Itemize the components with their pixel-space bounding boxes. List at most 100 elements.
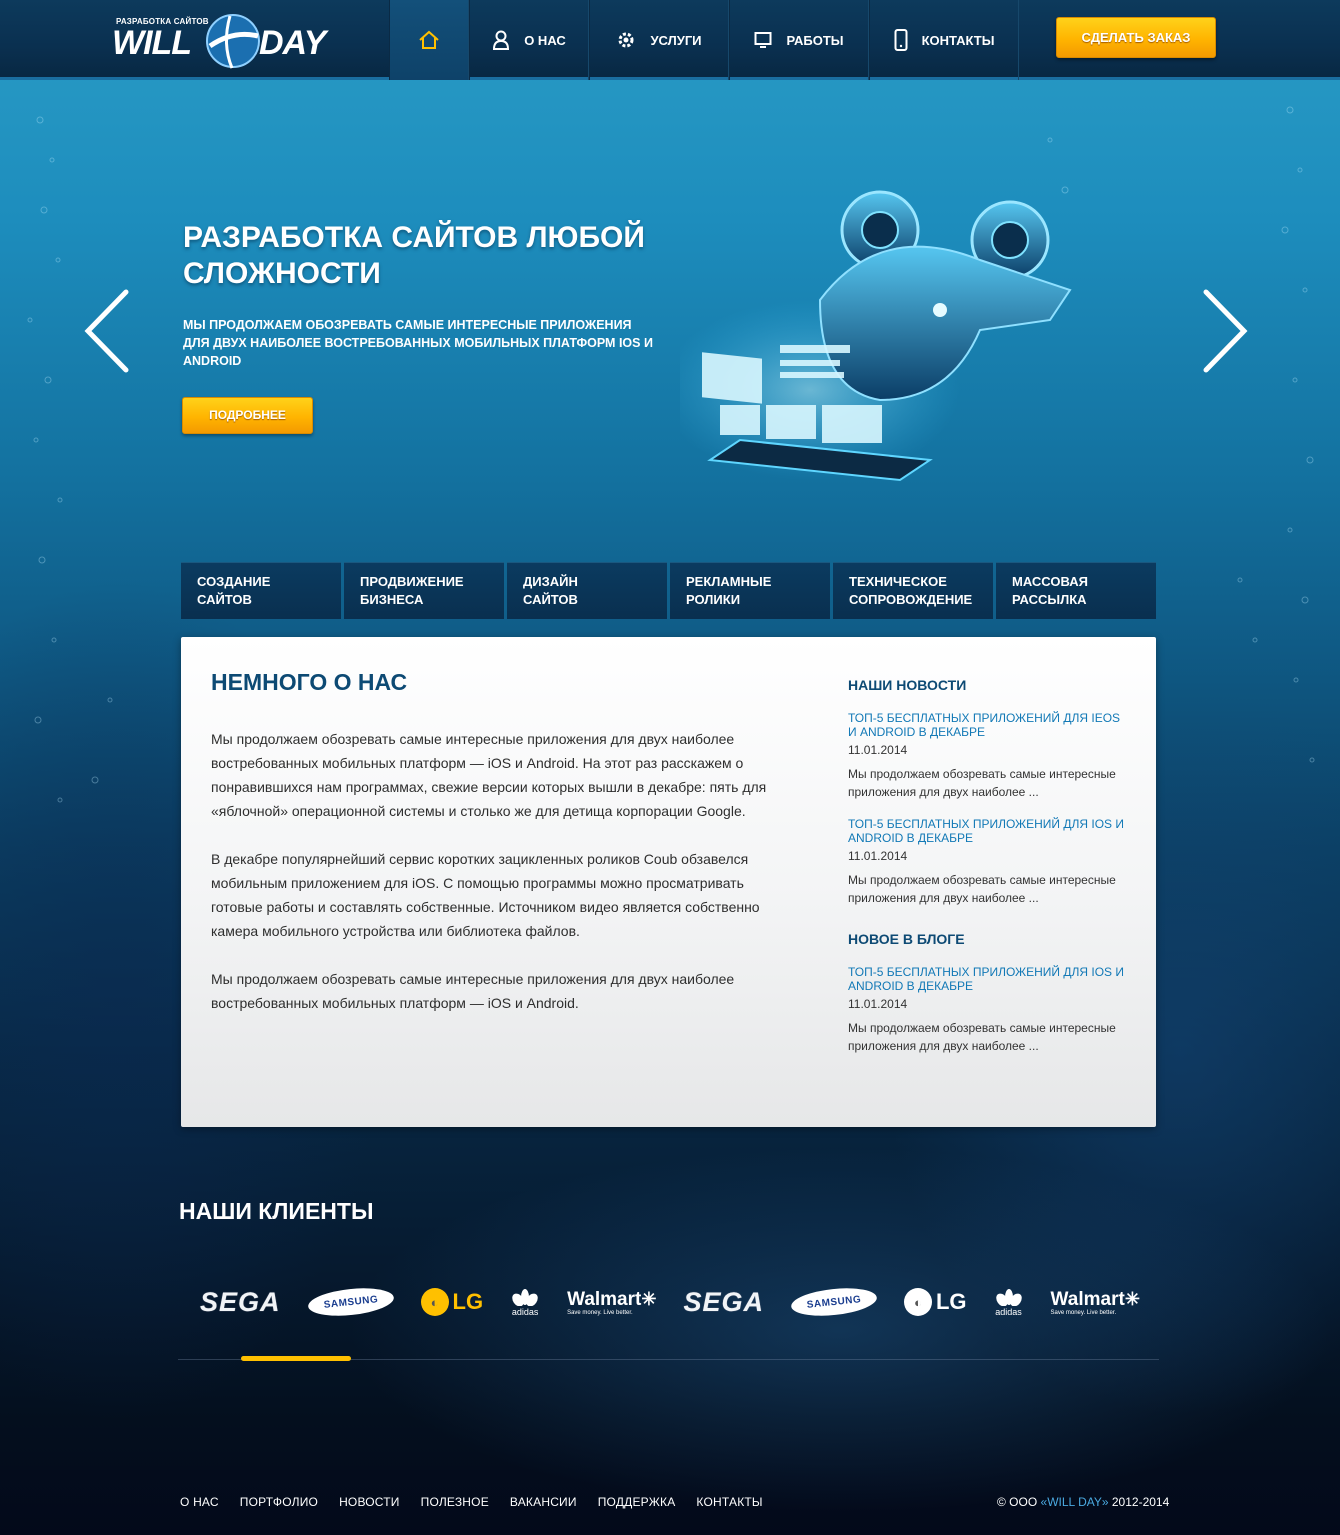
hero-text: МЫ ПРОДОЛЖАЕМ ОБОЗРЕВАТЬ САМЫЕ ИНТЕРЕСНЫ…	[183, 318, 653, 368]
nav-works-label: РАБОТЫ	[786, 32, 844, 48]
service-tabs: СОЗДАНИЕ САЙТОВ ПРОДВИЖЕНИЕ БИЗНЕСА ДИЗА…	[181, 562, 1156, 619]
logo-word-will: WILL	[112, 24, 192, 62]
footer-link-vacancies[interactable]: ВАКАНСИИ	[510, 1495, 577, 1509]
blog-excerpt: Мы продолжаем обозревать самые интересны…	[848, 1021, 1116, 1053]
tab-label-line2: РАССЫЛКА	[1012, 592, 1087, 607]
home-icon	[419, 30, 439, 49]
footer-nav: О НАС ПОРТФОЛИО НОВОСТИ ПОЛЕЗНОЕ ВАКАНСИ…	[180, 1495, 763, 1509]
adidas-trefoil-icon	[512, 1288, 538, 1306]
tab-label-line1: ПРОДВИЖЕНИЕ	[360, 574, 464, 589]
clients-scroll-indicator[interactable]	[241, 1356, 351, 1361]
nav-services[interactable]: УСЛУГИ	[589, 0, 729, 80]
tab-label-line2: РОЛИКИ	[686, 592, 741, 607]
user-icon	[493, 30, 510, 50]
submarine-illustration	[680, 190, 1072, 482]
news-heading: НАШИ НОВОСТИ	[848, 677, 967, 693]
footer-link-useful[interactable]: ПОЛЕЗНОЕ	[421, 1495, 489, 1509]
globe-icon	[206, 14, 260, 69]
copyright-prefix: © ООО	[997, 1495, 1041, 1509]
nav-works[interactable]: РАБОТЫ	[729, 0, 869, 80]
order-button[interactable]: СДЕЛАТЬ ЗАКАЗ	[1056, 17, 1216, 58]
phone-icon	[894, 29, 908, 51]
chevron-left-icon[interactable]	[82, 288, 132, 374]
client-logo-walmart-slogan: Save money. Live better.	[567, 1309, 633, 1316]
client-logo-adidas[interactable]: adidas	[994, 1288, 1024, 1317]
more-button[interactable]: ПОДРОБНЕЕ	[182, 397, 313, 434]
tab-label-line1: МАССОВАЯ	[1012, 574, 1088, 589]
walmart-spark-icon: ✳	[1124, 1288, 1140, 1309]
tab-mass-mailing[interactable]: МАССОВАЯ РАССЫЛКА	[996, 562, 1156, 619]
tab-web-development[interactable]: СОЗДАНИЕ САЙТОВ	[181, 562, 341, 619]
client-logo-lg-text: LG	[935, 1289, 967, 1314]
nav-services-label: УСЛУГИ	[650, 32, 702, 48]
blog-date: 11.01.2014	[848, 997, 908, 1011]
gear-icon	[618, 32, 634, 48]
top-header: РАЗРАБОТКА САЙТОВ WILL DAY О НАС УСЛУГИ …	[0, 0, 1340, 80]
news-link[interactable]: ТОП-5 БЕСПЛАТНЫХ ПРИЛОЖЕНИЙ ДЛЯ IEOS И A…	[848, 711, 1128, 739]
sidebar: НАШИ НОВОСТИ ТОП-5 БЕСПЛАТНЫХ ПРИЛОЖЕНИЙ…	[848, 677, 1128, 1071]
client-logo-samsung[interactable]: SAMSUNG	[306, 1284, 395, 1320]
client-logo-adidas-text: adidas	[995, 1306, 1022, 1317]
client-logo-lg[interactable]: ◐ LG	[420, 1288, 484, 1316]
about-paragraph: Мы продолжаем обозревать самые интересны…	[211, 971, 735, 1011]
hero-title: РАЗРАБОТКА САЙТОВ ЛЮБОЙ СЛОЖНОСТИ	[183, 221, 645, 290]
client-logo-walmart-text: Walmart	[1050, 1288, 1125, 1310]
tab-label-line1: РЕКЛАМНЫЕ	[686, 574, 772, 589]
client-logo-lg-text: LG	[452, 1289, 484, 1314]
copyright-years: 2012-2014	[1108, 1495, 1170, 1509]
client-logo-lg[interactable]: ◐ LG	[903, 1288, 967, 1316]
client-logo-walmart[interactable]: Walmart✳ Save money. Live better.	[1051, 1289, 1140, 1316]
lg-circle-icon: ◐	[903, 1288, 932, 1316]
tab-label-line2: СОПРОВОЖДЕНИЕ	[849, 592, 973, 607]
blog-heading: НОВОЕ В БЛОГЕ	[848, 931, 965, 947]
footer-link-contacts[interactable]: КОНТАКТЫ	[696, 1495, 762, 1509]
client-logo-adidas-text: adidas	[511, 1306, 539, 1317]
news-excerpt: Мы продолжаем обозревать самые интересны…	[848, 767, 1116, 799]
nav-about-label: О НАС	[524, 32, 566, 48]
tab-label-line2: САЙТОВ	[197, 592, 252, 607]
logo-word-day: DAY	[259, 24, 326, 62]
client-logo-sega[interactable]: SEGA	[683, 1287, 764, 1318]
chevron-right-icon[interactable]	[1200, 288, 1250, 374]
tab-label-line1: ТЕХНИЧЕСКОЕ	[849, 574, 947, 589]
tab-label-line2: САЙТОВ	[523, 592, 578, 607]
tab-web-design[interactable]: ДИЗАЙН САЙТОВ	[507, 562, 667, 619]
main-nav: О НАС УСЛУГИ РАБОТЫ КОНТАКТЫ	[389, 0, 1019, 80]
about-body: Мы продолжаем обозревать самые интересны…	[211, 727, 791, 1039]
lg-circle-icon: ◐	[420, 1288, 449, 1316]
content-panel: НЕМНОГО О НАС Мы продолжаем обозревать с…	[181, 637, 1156, 1127]
logo[interactable]: РАЗРАБОТКА САЙТОВ WILL DAY	[112, 14, 332, 70]
nav-contacts-label: КОНТАКТЫ	[921, 32, 995, 48]
clients-title: НАШИ КЛИЕНТЫ	[179, 1198, 374, 1224]
nav-home[interactable]	[389, 0, 469, 80]
client-logo-walmart-slogan: Save money. Live better.	[1050, 1309, 1117, 1316]
copyright: © ООО «WILL DAY» 2012-2014	[997, 1495, 1169, 1509]
footer-link-portfolio[interactable]: ПОРТФОЛИО	[240, 1495, 318, 1509]
monitor-icon	[754, 32, 772, 48]
tab-label-line1: ДИЗАЙН	[523, 574, 578, 589]
tab-label-line2: БИЗНЕСА	[360, 592, 424, 607]
blog-link[interactable]: ТОП-5 БЕСПЛАТНЫХ ПРИЛОЖЕНИЙ ДЛЯ IOS И AN…	[848, 965, 1128, 993]
about-paragraph: Мы продолжаем обозревать самые интересны…	[211, 731, 767, 819]
news-item: ТОП-5 БЕСПЛАТНЫХ ПРИЛОЖЕНИЙ ДЛЯ IEOS И A…	[848, 711, 1128, 801]
nav-contacts[interactable]: КОНТАКТЫ	[869, 0, 1019, 80]
news-excerpt: Мы продолжаем обозревать самые интересны…	[848, 873, 1116, 905]
tab-tech-support[interactable]: ТЕХНИЧЕСКОЕ СОПРОВОЖДЕНИЕ	[833, 562, 993, 619]
walmart-spark-icon: ✳	[641, 1288, 657, 1309]
copyright-brand[interactable]: «WILL DAY»	[1041, 1495, 1109, 1509]
client-logo-adidas[interactable]: adidas	[510, 1288, 540, 1317]
client-logo-samsung[interactable]: SAMSUNG	[789, 1284, 879, 1320]
client-logo-walmart[interactable]: Walmart✳ Save money. Live better.	[567, 1289, 656, 1316]
tab-business-promotion[interactable]: ПРОДВИЖЕНИЕ БИЗНЕСА	[344, 562, 504, 619]
footer-link-support[interactable]: ПОДДЕРЖКА	[598, 1495, 676, 1509]
news-link[interactable]: ТОП-5 БЕСПЛАТНЫХ ПРИЛОЖЕНИЙ ДЛЯ IOS И AN…	[848, 817, 1128, 845]
blog-item: ТОП-5 БЕСПЛАТНЫХ ПРИЛОЖЕНИЙ ДЛЯ IOS И AN…	[848, 965, 1128, 1055]
tab-label-line1: СОЗДАНИЕ	[197, 574, 271, 589]
footer-link-news[interactable]: НОВОСТИ	[339, 1495, 400, 1509]
footer-link-about[interactable]: О НАС	[180, 1495, 219, 1509]
tab-ad-videos[interactable]: РЕКЛАМНЫЕ РОЛИКИ	[670, 562, 830, 619]
about-title: НЕМНОГО О НАС	[211, 669, 408, 695]
about-paragraph: В декабре популярнейший сервис коротких …	[211, 851, 760, 939]
nav-about[interactable]: О НАС	[469, 0, 589, 80]
client-logo-sega[interactable]: SEGA	[200, 1287, 281, 1318]
